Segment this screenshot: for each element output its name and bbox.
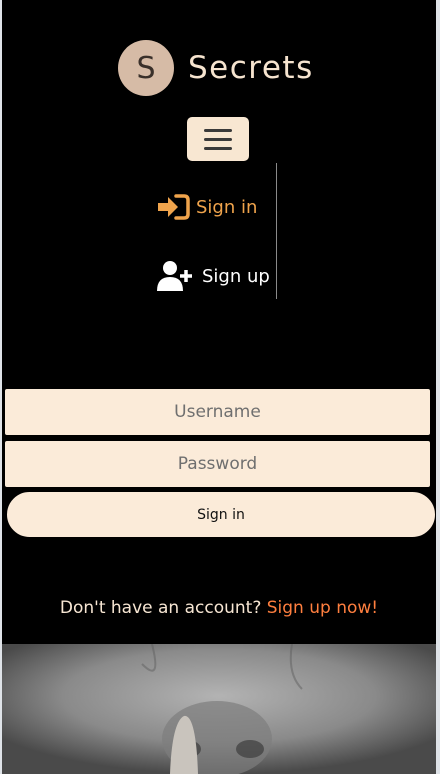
nav-sign-up-label: Sign up [202, 265, 270, 287]
brand[interactable]: S Secrets [118, 40, 314, 96]
menu-bar [204, 137, 232, 141]
brand-name: Secrets [188, 50, 314, 86]
password-input[interactable] [4, 440, 431, 488]
hero-image [2, 644, 436, 774]
menu-bar [204, 146, 232, 150]
hamburger-menu-icon[interactable] [187, 117, 249, 161]
menu-bar [204, 128, 232, 132]
logo: S [118, 40, 174, 96]
nav-sign-up[interactable]: Sign up [156, 260, 270, 292]
app-frame: S Secrets Sign in Sign up Sign in [2, 0, 436, 774]
signup-prompt: Don't have an account? Sign up now! [2, 598, 436, 618]
signup-prompt-text: Don't have an account? [59, 598, 267, 618]
nav-divider [276, 163, 277, 299]
username-input[interactable] [4, 388, 431, 436]
sign-in-icon [156, 193, 190, 221]
nav-sign-in-label: Sign in [196, 196, 258, 218]
user-plus-icon [156, 260, 196, 292]
nav-sign-in[interactable]: Sign in [156, 193, 257, 221]
hero-image-art [2, 644, 436, 774]
sign-up-link[interactable]: Sign up now! [267, 598, 378, 618]
sign-in-button[interactable]: Sign in [6, 491, 436, 538]
